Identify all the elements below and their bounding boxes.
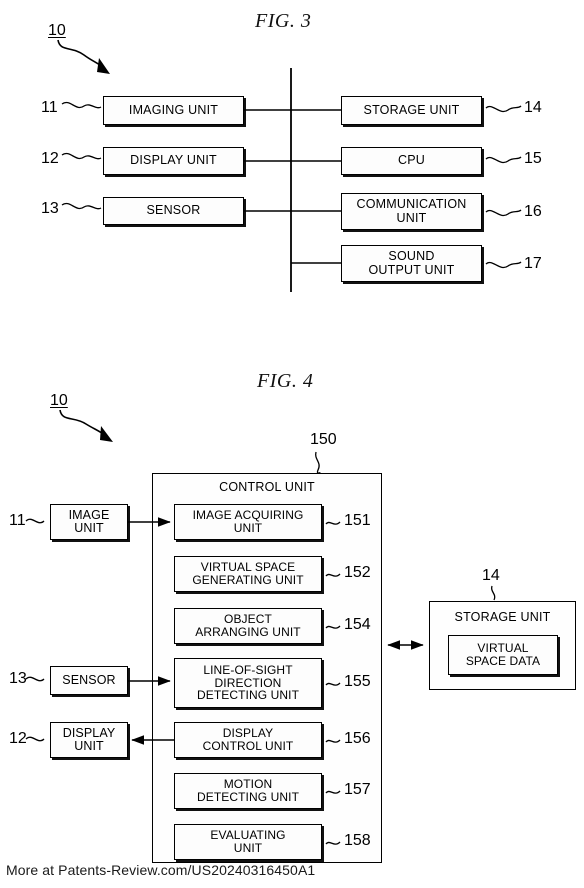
patent-drawing-sheet: FIG. 3 10 IMAGING UNIT 11 DISPLAY UNIT 1…	[0, 0, 584, 888]
reference-156: 156	[344, 730, 371, 747]
module-display-control-unit-label: DISPLAY CONTROL UNIT	[202, 726, 294, 753]
peripheral-image-unit-label: IMAGE UNIT	[68, 507, 110, 535]
reference-14-fig4: 14	[482, 567, 500, 584]
block-imaging-unit: IMAGING UNIT	[103, 96, 244, 125]
block-display-unit: DISPLAY UNIT	[103, 147, 244, 175]
module-evaluating-unit-label: EVALUATING UNIT	[210, 828, 286, 855]
watermark-text: More at Patents-Review.com/US20240316450…	[6, 862, 316, 878]
reference-15-fig3: 15	[524, 150, 542, 167]
block-communication-unit-label: COMMUNICATION UNIT	[356, 197, 467, 225]
figure-4-title: FIG. 4	[257, 370, 314, 392]
storage-unit-label: STORAGE UNIT	[454, 610, 551, 624]
module-line-of-sight-direction-detecting-unit: LINE-OF-SIGHT DIRECTION DETECTING UNIT	[174, 658, 322, 708]
reference-155: 155	[344, 673, 371, 690]
figure-4-system-reference: 10	[50, 392, 68, 409]
peripheral-display-unit-label: DISPLAY UNIT	[62, 725, 116, 753]
block-sound-output-unit: SOUND OUTPUT UNIT	[341, 245, 482, 282]
peripheral-sensor: SENSOR	[50, 666, 128, 695]
block-sensor: SENSOR	[103, 197, 244, 225]
reference-13-fig4: 13	[9, 670, 27, 687]
figure-3-leader-lines	[61, 101, 522, 269]
storage-virtual-space-data-label: VIRTUAL SPACE DATA	[465, 641, 541, 668]
reference-11-fig3: 11	[41, 99, 58, 116]
module-virtual-space-generating-unit-label: VIRTUAL SPACE GENERATING UNIT	[192, 560, 304, 587]
module-evaluating-unit: EVALUATING UNIT	[174, 824, 322, 860]
block-sound-output-unit-label: SOUND OUTPUT UNIT	[368, 249, 455, 277]
figure-4-lead-arrow	[59, 409, 113, 442]
reference-17-fig3: 17	[524, 255, 542, 272]
reference-11-fig4: 11	[9, 512, 26, 529]
peripheral-image-unit: IMAGE UNIT	[50, 504, 128, 540]
module-display-control-unit: DISPLAY CONTROL UNIT	[174, 722, 322, 758]
module-virtual-space-generating-unit: VIRTUAL SPACE GENERATING UNIT	[174, 556, 322, 592]
peripheral-display-unit: DISPLAY UNIT	[50, 722, 128, 758]
control-unit-label: CONTROL UNIT	[219, 480, 315, 494]
block-cpu: CPU	[341, 147, 482, 175]
figure-3-system-reference: 10	[48, 22, 66, 39]
leader-14-fig4	[490, 585, 496, 601]
reference-151: 151	[344, 512, 371, 529]
block-cpu-label: CPU	[398, 153, 425, 168]
block-storage-unit-label: STORAGE UNIT	[363, 102, 460, 117]
leader-150	[315, 451, 321, 474]
figure-3-lead-arrow	[57, 39, 110, 74]
block-imaging-unit-label: IMAGING UNIT	[128, 102, 219, 117]
module-image-acquiring-unit-label: IMAGE ACQUIRING UNIT	[192, 508, 304, 535]
reference-154: 154	[344, 616, 371, 633]
reference-14-fig3: 14	[524, 99, 542, 116]
module-line-of-sight-direction-detecting-unit-label: LINE-OF-SIGHT DIRECTION DETECTING UNIT	[196, 663, 300, 703]
module-motion-detecting-unit-label: MOTION DETECTING UNIT	[196, 777, 300, 804]
reference-16-fig3: 16	[524, 203, 542, 220]
block-display-unit-label: DISPLAY UNIT	[130, 153, 217, 168]
block-storage-unit: STORAGE UNIT	[341, 96, 482, 125]
storage-virtual-space-data: VIRTUAL SPACE DATA	[448, 635, 558, 675]
figure-3-title: FIG. 3	[255, 10, 312, 32]
reference-13-fig3: 13	[41, 200, 59, 217]
module-image-acquiring-unit: IMAGE ACQUIRING UNIT	[174, 504, 322, 540]
reference-150-control-unit: 150	[310, 431, 337, 448]
reference-12-fig4: 12	[9, 730, 27, 747]
block-communication-unit: COMMUNICATION UNIT	[341, 193, 482, 230]
peripheral-sensor-label: SENSOR	[62, 672, 116, 687]
module-object-arranging-unit-label: OBJECT ARRANGING UNIT	[195, 612, 301, 639]
module-object-arranging-unit: OBJECT ARRANGING UNIT	[174, 608, 322, 644]
module-motion-detecting-unit: MOTION DETECTING UNIT	[174, 773, 322, 809]
reference-157: 157	[344, 781, 371, 798]
reference-12-fig3: 12	[41, 150, 59, 167]
block-sensor-label: SENSOR	[146, 203, 201, 218]
reference-152: 152	[344, 564, 371, 581]
reference-158: 158	[344, 832, 371, 849]
